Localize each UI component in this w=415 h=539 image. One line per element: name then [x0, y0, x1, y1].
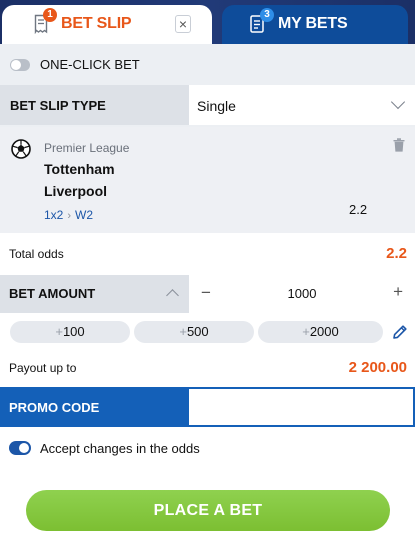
place-bet-area: PLACE A BET: [0, 469, 415, 539]
quick-amount-chip[interactable]: +500: [134, 321, 254, 343]
total-odds-label: Total odds: [9, 247, 64, 261]
bet-slip-count-badge: 1: [43, 8, 57, 22]
payout-row: Payout up to 2 200.00: [0, 349, 415, 387]
bet-card: Premier League Tottenham Liverpool 1x2 › W…: [0, 127, 415, 233]
total-odds-row: Total odds 2.2: [0, 233, 415, 275]
chevron-up-icon[interactable]: [166, 289, 179, 302]
my-bets-count-badge: 3: [260, 8, 274, 22]
bet-amount-input[interactable]: 1000: [189, 286, 415, 301]
tab-bar: 1 BET SLIP × 3 MY BETS: [0, 0, 415, 44]
football-icon: [11, 139, 31, 159]
bet-slip-type-select[interactable]: Single: [189, 85, 415, 125]
chevron-down-icon: [390, 94, 406, 110]
bet-odds: 2.2: [349, 202, 368, 217]
trash-icon[interactable]: [393, 138, 405, 152]
increase-amount-button[interactable]: +: [393, 282, 403, 302]
bet-amount-stepper: − 1000 +: [189, 275, 415, 313]
chevron-right-icon: ›: [67, 210, 72, 222]
promo-code-input[interactable]: [189, 389, 413, 425]
accept-changes-row: Accept changes in the odds: [0, 427, 415, 469]
accept-changes-toggle[interactable]: [9, 441, 31, 455]
one-click-bet-label: ONE-CLICK BET: [40, 57, 140, 72]
promo-code-row: PROMO CODE: [0, 387, 415, 427]
bet-amount-label: BET AMOUNT: [9, 286, 96, 301]
total-odds-value: 2.2: [386, 245, 407, 262]
tab-my-bets-label: MY BETS: [278, 15, 348, 32]
close-button[interactable]: ×: [175, 15, 191, 33]
team-away: Liverpool: [44, 183, 108, 199]
promo-code-label: PROMO CODE: [9, 400, 100, 415]
market-selection: W2: [75, 208, 94, 222]
bet-slip-type-label: BET SLIP TYPE: [10, 98, 106, 113]
quick-amount-chip[interactable]: +100: [10, 321, 130, 343]
quick-amounts-row: +100 +500 +2000: [0, 313, 415, 349]
bet-slip-type-row: BET SLIP TYPE Single: [0, 85, 415, 125]
bet-market: 1x2 › W2: [44, 208, 93, 222]
edit-pencil-icon[interactable]: [392, 324, 408, 340]
market-type: 1x2: [44, 208, 64, 222]
tab-bet-slip-label: BET SLIP: [61, 15, 132, 32]
team-home: Tottenham: [44, 161, 115, 177]
one-click-bet-toggle[interactable]: [10, 59, 30, 71]
quick-amount-chip[interactable]: +2000: [258, 321, 383, 343]
one-click-bet-row: ONE-CLICK BET: [0, 44, 415, 84]
accept-changes-label: Accept changes in the odds: [40, 441, 200, 456]
bet-slip-type-value: Single: [197, 98, 236, 114]
place-bet-button[interactable]: PLACE A BET: [26, 490, 390, 531]
bet-amount-row: BET AMOUNT − 1000 +: [0, 275, 415, 313]
payout-value: 2 200.00: [348, 359, 407, 376]
league-name: Premier League: [44, 141, 130, 155]
payout-label: Payout up to: [9, 361, 77, 375]
